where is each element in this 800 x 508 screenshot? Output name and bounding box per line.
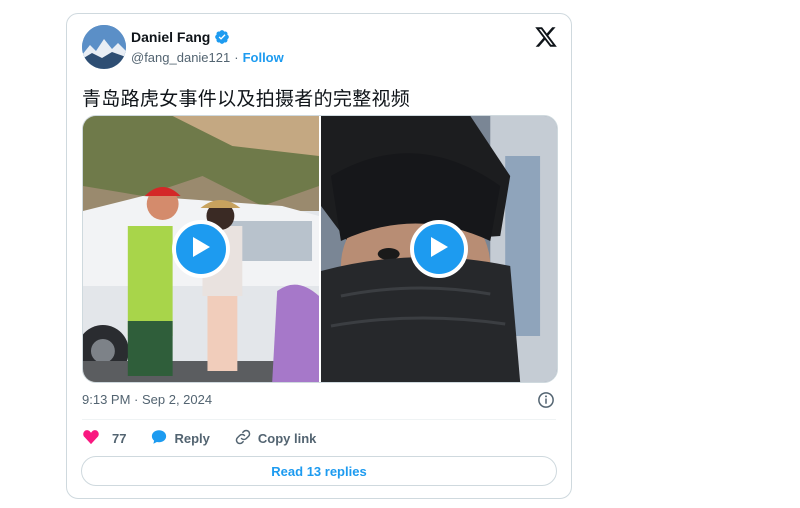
reply-label: Reply <box>174 431 210 446</box>
play-button-left[interactable] <box>172 220 230 278</box>
heart-icon <box>82 428 100 449</box>
reply-button[interactable]: Reply <box>150 428 210 449</box>
divider <box>82 419 556 420</box>
author-display-name[interactable]: Daniel Fang <box>131 29 210 45</box>
video-thumbnail-left[interactable] <box>83 116 319 382</box>
tweet-embed-card[interactable]: Daniel Fang @fang_danie121 · Follow 青岛路虎… <box>66 13 572 499</box>
like-count: 77 <box>112 431 127 446</box>
follow-button[interactable]: Follow <box>243 50 284 65</box>
play-icon <box>190 235 212 264</box>
link-icon <box>234 428 252 449</box>
info-icon[interactable] <box>537 391 555 409</box>
media-grid <box>82 115 558 383</box>
like-button[interactable]: 77 <box>82 428 126 449</box>
tweet-timestamp[interactable]: 9:13 PM · Sep 2, 2024 <box>82 392 212 407</box>
play-button-right[interactable] <box>410 220 468 278</box>
reply-bubble-icon <box>150 428 168 449</box>
verified-badge-icon <box>214 29 230 45</box>
separator-dot: · <box>234 50 239 65</box>
read-replies-button[interactable]: Read 13 replies <box>81 456 557 486</box>
avatar[interactable] <box>82 25 126 69</box>
copy-link-button[interactable]: Copy link <box>234 428 317 449</box>
tweet-text: 青岛路虎女事件以及拍摄者的完整视频 <box>82 89 411 110</box>
video-thumbnail-right[interactable] <box>321 116 557 382</box>
x-logo-icon[interactable] <box>534 25 558 49</box>
author-handle[interactable]: @fang_danie121 <box>131 50 230 65</box>
copy-link-label: Copy link <box>257 431 317 446</box>
play-icon <box>428 235 450 264</box>
action-bar: 77 Reply Copy link <box>82 428 340 449</box>
